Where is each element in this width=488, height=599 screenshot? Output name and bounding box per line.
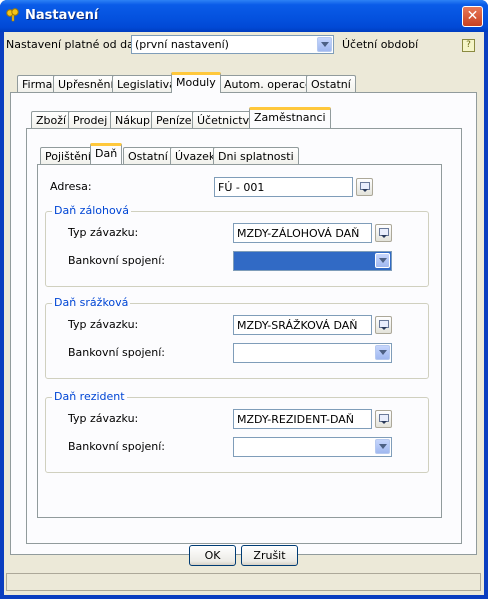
tab-ostatni-employee[interactable]: Ostatní [123,147,173,165]
address-picker-icon[interactable] [356,178,373,196]
group-title: Daň zálohová [52,204,131,217]
group-dan-srazkova: Daň srážková Typ závazku: MZDY-SRÁŽKOVÁ … [45,296,429,379]
chevron-down-icon[interactable] [375,439,390,454]
window-title: Nastavení [25,8,99,23]
tab-label: Pojištění [45,150,91,163]
window-client: Nastavení platné od data: (první nastave… [4,32,484,595]
liability-type-picker-icon[interactable] [375,410,392,428]
tab-label: Ostatní [311,78,351,91]
tab-label: Úvazek [175,150,216,163]
close-button[interactable]: ✕ [462,6,483,27]
tab-label: Moduly [176,76,216,89]
tab-nakup[interactable]: Nákup [110,111,155,129]
liability-type-field[interactable]: MZDY-SRÁŽKOVÁ DAŇ [233,315,372,335]
tab-dan[interactable]: Daň [90,143,123,164]
status-bar [6,573,481,591]
dan-tab-panel: Adresa: FÚ - 001 Daň zálohová Typ závazk… [37,164,442,518]
bank-account-select[interactable] [233,251,392,271]
group-title: Daň rezident [52,390,127,403]
liability-type-label: Typ závazku: [68,318,139,331]
module-tab-panel: Pojištění Daň Ostatní Úvazek Dni splatno… [26,128,462,544]
help-icon[interactable]: ? [462,39,475,52]
bank-account-select[interactable] [233,437,392,457]
tab-dni-splatnosti[interactable]: Dni splatnosti [213,147,299,165]
main-tab-panel: Zboží Prodej Nákup Peníze Účetnictví Zam… [10,92,477,555]
tab-upresneni[interactable]: Upřesnění [53,75,119,93]
tab-zbozi[interactable]: Zboží [31,111,72,129]
settings-window: Nastavení ✕ Nastavení platné od data: (p… [0,0,488,599]
tab-label: Zaměstnanci [254,111,326,124]
tab-firma[interactable]: Firma [17,75,58,93]
tab-label: Legislativa [117,78,176,91]
tab-moduly[interactable]: Moduly [171,72,221,93]
tab-label: Prodej [73,114,108,127]
liability-type-value: MZDY-SRÁŽKOVÁ DAŇ [237,319,358,332]
tab-label: Účetnictví [197,114,253,127]
tab-prodej[interactable]: Prodej [68,111,113,129]
settings-date-select[interactable]: (první nastavení) [131,35,334,54]
tab-label: Firma [22,78,53,91]
tab-label: Nákup [115,114,150,127]
address-label: Adresa: [50,180,92,193]
group-title: Daň srážková [52,296,131,309]
tab-penize[interactable]: Peníze [151,111,197,129]
tab-label: Autom. operace [224,78,312,91]
chevron-down-icon[interactable] [375,345,390,360]
tab-label: Peníze [156,114,192,127]
cancel-button[interactable]: Zrušit [241,545,298,566]
liability-type-picker-icon[interactable] [375,316,392,334]
bank-account-label: Bankovní spojení: [68,346,166,359]
bank-account-label: Bankovní spojení: [68,440,166,453]
chevron-down-icon[interactable] [375,253,390,268]
address-value: FÚ - 001 [218,181,265,194]
ok-button[interactable]: OK [189,545,236,566]
group-dan-zalohova: Daň zálohová Typ závazku: MZDY-ZÁLOHOVÁ … [45,204,429,287]
keys-icon [6,8,19,22]
liability-type-value: MZDY-ZÁLOHOVÁ DAŇ [237,227,360,240]
tab-label: Dni splatnosti [218,150,294,163]
close-icon: ✕ [466,8,479,24]
liability-type-field[interactable]: MZDY-ZÁLOHOVÁ DAŇ [233,223,372,243]
settings-valid-from-label: Nastavení platné od data: [6,38,149,51]
group-dan-rezident: Daň rezident Typ závazku: MZDY-REZIDENT-… [45,390,429,473]
tab-ucetnictvi[interactable]: Účetnictví [192,111,258,129]
tab-label: Upřesnění [58,78,114,91]
tab-ostatni[interactable]: Ostatní [306,75,356,93]
tab-label: Zboží [36,114,67,127]
tab-autom-operace[interactable]: Autom. operace [219,75,317,93]
accounting-period-label: Účetní období [342,38,419,51]
liability-type-label: Typ závazku: [68,226,139,239]
title-bar[interactable]: Nastavení ✕ [0,0,488,32]
tab-label: Daň [95,147,118,160]
tab-pojisteni[interactable]: Pojištění [40,147,96,165]
liability-type-label: Typ závazku: [68,412,139,425]
bank-account-select[interactable] [233,343,392,363]
address-field[interactable]: FÚ - 001 [214,177,353,197]
settings-date-value: (první nastavení) [135,38,229,51]
chevron-down-icon[interactable] [317,37,332,52]
liability-type-field[interactable]: MZDY-REZIDENT-DAŇ [233,409,372,429]
tab-zamestnanci[interactable]: Zaměstnanci [249,107,331,128]
liability-type-picker-icon[interactable] [375,224,392,242]
liability-type-value: MZDY-REZIDENT-DAŇ [237,413,355,426]
tab-label: Ostatní [128,150,168,163]
bank-account-label: Bankovní spojení: [68,254,166,267]
